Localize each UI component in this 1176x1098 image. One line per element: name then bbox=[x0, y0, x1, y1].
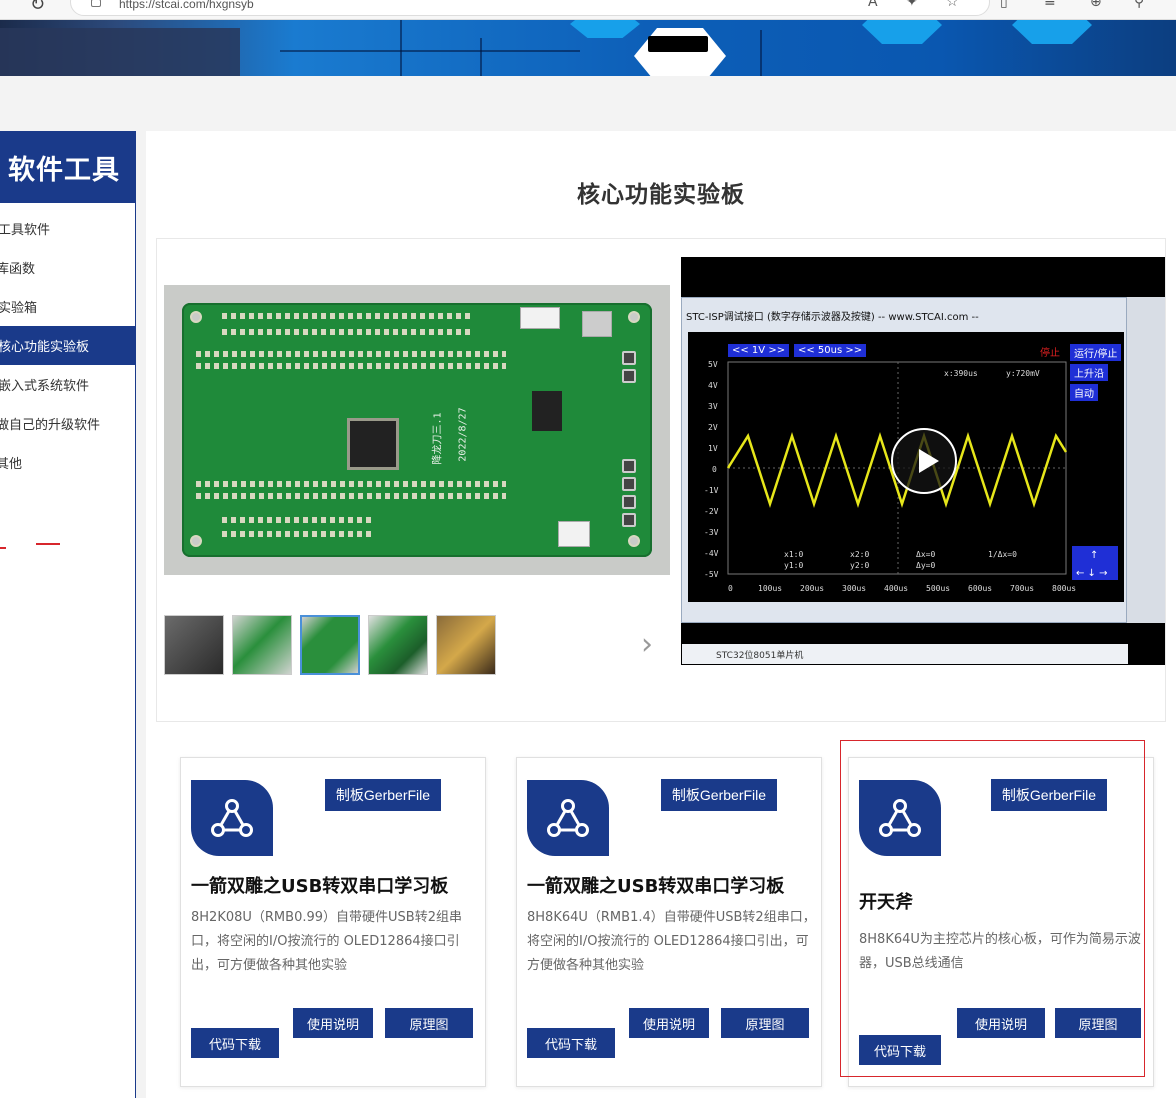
board-photo[interactable]: 2022/8/27 降龙刀三.1 bbox=[164, 285, 670, 575]
page-title: 核心功能实验板 bbox=[577, 182, 745, 208]
play-icon[interactable] bbox=[891, 428, 957, 494]
product-card: 制板GerberFile 一箭双雕之USB转双串口学习板 8H8K64U（RMB… bbox=[516, 757, 822, 1087]
sidebar-item-library[interactable]: 库函数 bbox=[0, 248, 135, 287]
card-icon bbox=[527, 780, 609, 856]
divider bbox=[0, 547, 6, 549]
selection-highlight bbox=[840, 740, 1145, 1077]
window-title: STC-ISP调试接口 (数字存储示波器及按键) -- www.STCAI.co… bbox=[686, 312, 979, 323]
share-network-icon bbox=[547, 799, 589, 837]
sidebar-item-core-board[interactable]: 核心功能实验板 bbox=[0, 326, 136, 365]
collections-icon[interactable]: ⊕ bbox=[1090, 0, 1102, 10]
profile-icon[interactable]: ⚲ bbox=[1134, 0, 1144, 10]
taskbar-label: STC32位8051单片机 bbox=[682, 644, 1128, 664]
read-aloud-icon[interactable]: A bbox=[868, 0, 878, 10]
favorite-icon[interactable]: ☆ bbox=[946, 0, 959, 10]
thumbnail[interactable] bbox=[164, 615, 224, 675]
address-bar[interactable]: https://stcai.com/hxgnsyb bbox=[70, 0, 990, 16]
manual-button[interactable]: 使用说明 bbox=[293, 1008, 373, 1038]
sidebar-item-other[interactable]: 其他 bbox=[0, 443, 135, 482]
sidebar: 软件工具 工具软件 库函数 实验箱 核心功能实验板 嵌入式系统软件 做自己的升级… bbox=[0, 131, 136, 1098]
chevron-right-icon[interactable]: › bbox=[641, 627, 653, 662]
browser-toolbar: ↻ https://stcai.com/hxgnsyb A ✦ ☆ ▯ ≡ ⊕ … bbox=[0, 0, 1176, 20]
divider bbox=[36, 543, 60, 545]
code-download-button[interactable]: 代码下载 bbox=[191, 1028, 279, 1058]
thumbnail[interactable] bbox=[232, 615, 292, 675]
product-gallery: 2022/8/27 降龙刀三.1 › STC-ISP调试接口 (数字存储示波器及… bbox=[156, 238, 1166, 722]
favorites-list-icon[interactable]: ≡ bbox=[1044, 0, 1056, 10]
sidebar-title: 软件工具 bbox=[0, 131, 135, 203]
sidebar-item-tools[interactable]: 工具软件 bbox=[0, 209, 135, 248]
sidebar-item-upgrade[interactable]: 做自己的升级软件 bbox=[0, 404, 135, 443]
svg-text:↑: ↑ bbox=[1090, 550, 1098, 561]
lock-icon bbox=[91, 0, 101, 7]
thumbnail-selected[interactable] bbox=[300, 615, 360, 675]
manual-button[interactable]: 使用说明 bbox=[629, 1008, 709, 1038]
extension-icon[interactable]: ✦ bbox=[906, 0, 918, 10]
side-panel bbox=[1127, 297, 1165, 623]
schematic-button[interactable]: 原理图 bbox=[721, 1008, 809, 1038]
reload-icon[interactable]: ↻ bbox=[30, 0, 45, 15]
schematic-button[interactable]: 原理图 bbox=[385, 1008, 473, 1038]
card-description: 8H2K08U（RMB0.99）自带硬件USB转2组串口，将空闲的I/O按流行的… bbox=[191, 910, 462, 973]
video-player[interactable]: STC-ISP调试接口 (数字存储示波器及按键) -- www.STCAI.co… bbox=[681, 257, 1165, 665]
thumbnail[interactable] bbox=[436, 615, 496, 675]
svg-text:← ↓ →: ← ↓ → bbox=[1076, 568, 1108, 579]
code-download-button[interactable]: 代码下载 bbox=[527, 1028, 615, 1058]
banner-image bbox=[0, 20, 1176, 76]
thumbnail[interactable] bbox=[368, 615, 428, 675]
card-icon bbox=[191, 780, 273, 856]
product-card: 制板GerberFile 一箭双雕之USB转双串口学习板 8H2K08U（RMB… bbox=[180, 757, 486, 1087]
card-title: 一箭双雕之USB转双串口学习板 bbox=[527, 876, 785, 897]
pcb-image: 2022/8/27 降龙刀三.1 bbox=[182, 303, 652, 557]
url-text[interactable]: https://stcai.com/hxgnsyb bbox=[119, 0, 254, 11]
share-network-icon bbox=[211, 799, 253, 837]
card-description: 8H8K64U（RMB1.4）自带硬件USB转2组串口，将空闲的I/O按流行的 … bbox=[527, 910, 816, 973]
sidebar-item-embedded[interactable]: 嵌入式系统软件 bbox=[0, 365, 135, 404]
gerber-file-button[interactable]: 制板GerberFile bbox=[325, 779, 441, 811]
split-screen-icon[interactable]: ▯ bbox=[1000, 0, 1008, 10]
gerber-file-button[interactable]: 制板GerberFile bbox=[661, 779, 777, 811]
sidebar-item-lab-box[interactable]: 实验箱 bbox=[0, 287, 135, 326]
card-title: 一箭双雕之USB转双串口学习板 bbox=[191, 876, 449, 897]
